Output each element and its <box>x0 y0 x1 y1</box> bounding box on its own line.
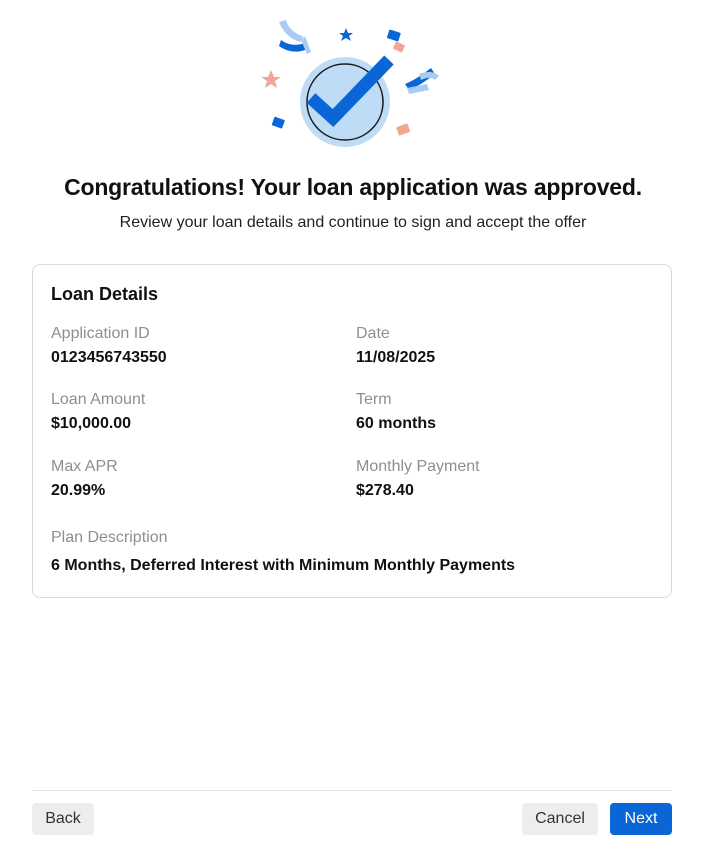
term-field: Term 60 months <box>356 391 436 433</box>
monthly-payment-value: $278.40 <box>356 482 414 499</box>
application-id-label: Application ID <box>51 325 150 342</box>
loan-approval-page: Congratulations! Your loan application w… <box>0 0 706 862</box>
cancel-button[interactable]: Cancel <box>522 803 598 835</box>
loan-amount-value: $10,000.00 <box>51 415 132 432</box>
max-apr-value: 20.99% <box>51 482 106 499</box>
back-button[interactable]: Back <box>32 803 94 835</box>
footer-divider <box>32 790 672 791</box>
loan-details-card: Loan Details Application ID 012345674355… <box>32 264 672 598</box>
date-label: Date <box>356 325 390 342</box>
card-title: Loan Details <box>51 284 159 304</box>
term-value: 60 months <box>356 415 437 432</box>
page-subtitle: Review your loan details and continue to… <box>119 214 587 231</box>
loan-amount-field: Loan Amount $10,000.00 <box>51 391 145 433</box>
plan-description-value: 6 Months, Deferred Interest with Minimum… <box>51 557 516 574</box>
page-title: Congratulations! Your loan application w… <box>64 174 642 200</box>
monthly-payment-label: Monthly Payment <box>356 458 480 475</box>
application-id-value: 0123456743550 <box>51 349 167 366</box>
date-value: 11/08/2025 <box>356 349 436 366</box>
monthly-payment-field: Monthly Payment $278.40 <box>356 458 480 500</box>
plan-description-label: Plan Description <box>51 529 168 546</box>
term-label: Term <box>356 391 392 408</box>
max-apr-field: Max APR 20.99% <box>51 458 118 500</box>
loan-amount-label: Loan Amount <box>51 391 146 408</box>
next-button[interactable]: Next <box>610 803 672 835</box>
date-field: Date 11/08/2025 <box>356 325 435 367</box>
application-id-field: Application ID 0123456743550 <box>51 325 167 367</box>
max-apr-label: Max APR <box>51 458 118 475</box>
approved-check-celebration-icon <box>253 14 453 154</box>
plan-description-field: Plan Description 6 Months, Deferred Inte… <box>51 529 515 575</box>
